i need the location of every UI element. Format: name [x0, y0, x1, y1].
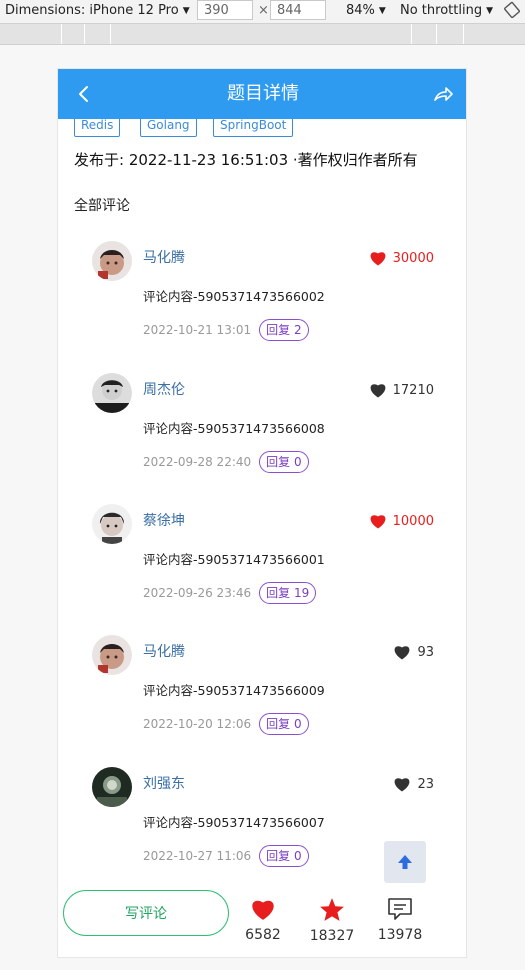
like-count: 10000 — [392, 513, 434, 529]
like-post-button[interactable]: 6582 — [233, 897, 293, 943]
comment-author[interactable]: 刘强东 — [143, 773, 185, 793]
star-icon — [320, 898, 344, 921]
comment-author[interactable]: 马化腾 — [143, 247, 185, 267]
avatar[interactable] — [92, 373, 132, 413]
share-icon[interactable] — [432, 83, 454, 105]
comment-text: 评论内容-5905371473566002 — [143, 289, 325, 304]
zoom-selector[interactable]: 84% ▼ — [346, 3, 386, 18]
like-button[interactable]: 17210 — [369, 381, 434, 399]
comment-meta: 2022-09-28 22:40 回复 0 — [143, 451, 309, 473]
height-input[interactable]: 844 — [270, 0, 326, 20]
heart-icon — [395, 778, 410, 792]
comment-date: 2022-10-27 11:06 — [143, 849, 252, 863]
like-count: 23 — [417, 776, 434, 792]
comment-meta: 2022-10-20 12:06 回复 0 — [143, 713, 309, 735]
comment-count: 13978 — [377, 927, 423, 943]
avatar[interactable] — [92, 767, 132, 807]
width-input[interactable]: 390 — [197, 0, 253, 20]
heart-icon — [370, 515, 386, 529]
comment-date: 2022-10-20 12:06 — [143, 717, 252, 731]
like-button[interactable]: 30000 — [369, 249, 434, 267]
favorite-count: 18327 — [309, 928, 355, 944]
comment-date: 2022-09-28 22:40 — [143, 455, 252, 469]
reply-button[interactable]: 回复 2 — [259, 319, 309, 341]
write-comment-button[interactable]: 写评论 — [63, 890, 229, 936]
reply-button[interactable]: 回复 19 — [259, 582, 317, 604]
times-sign: × — [258, 3, 269, 18]
like-count: 30000 — [392, 250, 434, 266]
comment-text: 评论内容-5905371473566009 — [143, 683, 325, 698]
devtools-toolbar: Dimensions: iPhone 12 Pro ▼ 390 × 844 84%… — [0, 0, 525, 24]
comment-author[interactable]: 马化腾 — [143, 641, 185, 661]
comment-item: 马化腾 93 评论内容-5905371473566009 2022-10-20 … — [58, 635, 466, 766]
heart-icon — [252, 900, 274, 920]
comment-author[interactable]: 周杰伦 — [143, 379, 185, 399]
heart-icon — [370, 384, 386, 398]
comment-meta: 2022-09-26 23:46 回复 19 — [143, 582, 317, 604]
comment-meta: 2022-10-27 11:06 回复 0 — [143, 845, 309, 867]
dropdown-arrow-icon: ▼ — [486, 6, 493, 16]
comment-text: 评论内容-5905371473566007 — [143, 815, 325, 830]
comment-text: 评论内容-5905371473566001 — [143, 552, 325, 567]
dropdown-arrow-icon: ▼ — [182, 6, 190, 16]
device-dimensions-label: Dimensions: iPhone 12 Pro — [5, 3, 179, 18]
back-to-top-button[interactable] — [384, 841, 426, 883]
comment-text: 评论内容-5905371473566008 — [143, 421, 325, 436]
dropdown-arrow-icon: ▼ — [378, 6, 386, 16]
bottom-action-bar: 写评论 6582 18327 13978 — [58, 883, 466, 957]
publish-info: 发布于: 2022-11-23 16:51:03 ·著作权归作者所有 — [74, 151, 418, 169]
rotate-icon[interactable] — [504, 1, 520, 23]
device-selector[interactable]: Dimensions: iPhone 12 Pro ▼ — [5, 3, 190, 18]
avatar[interactable] — [92, 635, 132, 675]
comment-meta: 2022-10-21 13:01 回复 2 — [143, 319, 309, 341]
like-count: 6582 — [245, 927, 281, 943]
comment-icon — [388, 898, 412, 920]
comment-item: 马化腾 30000 评论内容-5905371473566002 2022-10-… — [58, 241, 466, 372]
reply-button[interactable]: 回复 0 — [259, 713, 309, 735]
comment-date: 2022-09-26 23:46 — [143, 586, 252, 600]
reply-button[interactable]: 回复 0 — [259, 845, 309, 867]
phone-viewport: 题目详情 Redis Golang SpringBoot 发布于: 2022-1… — [57, 68, 467, 958]
zoom-value: 84% — [346, 3, 375, 18]
reply-button[interactable]: 回复 0 — [259, 451, 309, 473]
comment-date: 2022-10-21 13:01 — [143, 323, 252, 337]
header-bar: 题目详情 — [58, 69, 466, 119]
like-button[interactable]: 93 — [393, 643, 434, 661]
avatar[interactable] — [92, 241, 132, 281]
media-query-ruler — [0, 24, 525, 45]
favorite-button[interactable]: 18327 — [302, 897, 362, 944]
all-comments-heading: 全部评论 — [74, 198, 130, 214]
like-button[interactable]: 10000 — [369, 512, 434, 530]
arrow-up-icon — [398, 855, 412, 869]
like-count: 17210 — [392, 382, 434, 398]
avatar[interactable] — [92, 504, 132, 544]
comment-item: 蔡徐坤 10000 评论内容-5905371473566001 2022-09-… — [58, 504, 466, 635]
like-count: 93 — [417, 644, 434, 660]
throttling-value: No throttling — [400, 3, 483, 18]
page-title: 题目详情 — [227, 83, 299, 104]
like-button[interactable]: 23 — [393, 775, 434, 793]
comment-author[interactable]: 蔡徐坤 — [143, 510, 185, 530]
throttling-selector[interactable]: No throttling ▼ — [400, 3, 493, 18]
heart-icon — [395, 646, 410, 660]
comment-item: 周杰伦 17210 评论内容-5905371473566008 2022-09-… — [58, 373, 466, 504]
heart-icon — [370, 252, 386, 266]
comments-button[interactable]: 13978 — [370, 897, 430, 943]
